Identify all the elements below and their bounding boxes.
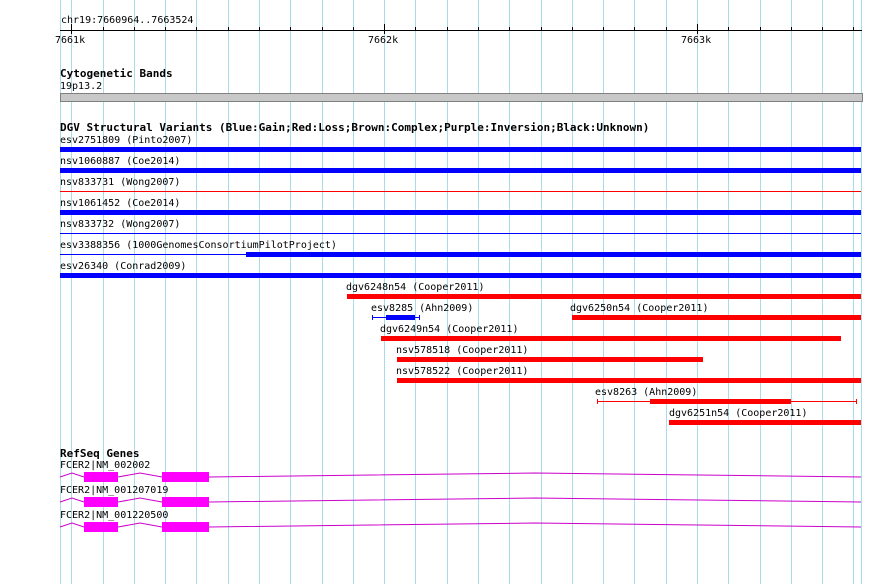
dgv-feature-label[interactable]: dgv6249n54 (Cooper2011) xyxy=(380,324,518,335)
ruler-minor-tick xyxy=(509,27,510,31)
cytoband-bar[interactable] xyxy=(60,93,863,102)
dgv-feature-label[interactable]: dgv6251n54 (Cooper2011) xyxy=(669,408,807,419)
dgv-feature-label[interactable]: dgv6250n54 (Cooper2011) xyxy=(570,303,708,314)
dgv-feature-cap[interactable] xyxy=(856,399,857,404)
dgv-feature-bar[interactable] xyxy=(397,357,703,362)
ruler-minor-tick xyxy=(791,27,792,31)
ruler-minor-tick xyxy=(634,27,635,31)
dgv-feature-line[interactable] xyxy=(60,233,861,234)
ruler-minor-tick xyxy=(259,27,260,31)
dgv-feature-line[interactable] xyxy=(60,254,246,255)
dgv-feature-bar[interactable] xyxy=(397,378,861,383)
ruler-minor-tick xyxy=(134,27,135,31)
dgv-feature-cap[interactable] xyxy=(597,399,598,404)
dgv-feature-label[interactable]: nsv1061452 (Coe2014) xyxy=(60,198,180,209)
refseq-exon[interactable] xyxy=(84,522,118,532)
refseq-intron-line xyxy=(117,472,163,478)
refseq-intron-line xyxy=(59,497,85,503)
dgv-feature-label[interactable]: nsv578518 (Cooper2011) xyxy=(396,345,528,356)
dgv-feature-label[interactable]: esv3388356 (1000GenomesConsortiumPilotPr… xyxy=(60,240,337,251)
refseq-intron-line xyxy=(208,522,862,528)
ruler-minor-tick xyxy=(603,27,604,31)
ruler-minor-tick xyxy=(196,27,197,31)
ruler-minor-tick xyxy=(447,27,448,31)
dgv-feature-cap[interactable] xyxy=(419,315,420,320)
dgv-feature-label[interactable]: dgv6248n54 (Cooper2011) xyxy=(346,282,484,293)
genome-browser-view: chr19:7660964..7663524 7661k 7662k 7663k C… xyxy=(0,0,890,584)
ruler-major-tick xyxy=(697,24,698,34)
refseq-exon[interactable] xyxy=(162,472,209,482)
ruler-minor-tick xyxy=(760,27,761,31)
ruler-axis-line xyxy=(60,30,862,31)
refseq-exon[interactable] xyxy=(162,497,209,507)
ruler-minor-tick xyxy=(322,27,323,31)
dgv-feature-label[interactable]: esv8285 (Ahn2009) xyxy=(371,303,473,314)
refseq-exon[interactable] xyxy=(162,522,209,532)
dgv-feature-bar[interactable] xyxy=(60,147,861,152)
ruler-minor-tick xyxy=(666,27,667,31)
cytoband-title: Cytogenetic Bands xyxy=(60,67,173,80)
ruler-minor-tick xyxy=(103,27,104,31)
ruler-minor-tick xyxy=(228,27,229,31)
ruler-minor-tick xyxy=(572,27,573,31)
refseq-intron-line xyxy=(117,497,163,503)
dgv-feature-line[interactable] xyxy=(60,191,861,192)
refseq-gene-structure[interactable] xyxy=(0,517,890,537)
refseq-intron-line xyxy=(59,522,85,528)
ruler-minor-tick xyxy=(478,27,479,31)
ruler-minor-tick xyxy=(165,27,166,31)
ruler-tick-label: 7661k xyxy=(55,35,86,46)
dgv-feature-label[interactable]: esv26340 (Conrad2009) xyxy=(60,261,186,272)
dgv-feature-bar[interactable] xyxy=(669,420,861,425)
dgv-feature-bar[interactable] xyxy=(386,315,415,320)
refseq-intron-line xyxy=(117,522,163,528)
refseq-intron-line xyxy=(208,497,862,503)
refseq-exon[interactable] xyxy=(84,472,118,482)
ruler-tick-label: 7662k xyxy=(368,35,399,46)
refseq-gene-structure[interactable] xyxy=(0,467,890,487)
ruler-minor-tick xyxy=(353,27,354,31)
dgv-feature-label[interactable]: nsv833731 (Wong2007) xyxy=(60,177,180,188)
dgv-feature-bar[interactable] xyxy=(246,252,861,257)
ruler-minor-tick xyxy=(290,27,291,31)
cytoband-label: 19p13.2 xyxy=(60,81,103,92)
dgv-feature-label[interactable]: esv2751809 (Pinto2007) xyxy=(60,135,192,146)
dgv-feature-bar[interactable] xyxy=(60,168,861,173)
ruler-major-tick xyxy=(384,24,385,34)
ruler-minor-tick xyxy=(541,27,542,31)
dgv-feature-bar[interactable] xyxy=(650,399,791,404)
dgv-feature-label[interactable]: nsv833732 (Wong2007) xyxy=(60,219,180,230)
refseq-gene-structure[interactable] xyxy=(0,492,890,512)
refseq-exon[interactable] xyxy=(84,497,118,507)
dgv-feature-label[interactable]: esv8263 (Ahn2009) xyxy=(595,387,697,398)
dgv-feature-bar[interactable] xyxy=(60,210,861,215)
dgv-feature-bar[interactable] xyxy=(60,273,861,278)
dgv-feature-bar[interactable] xyxy=(572,315,861,320)
refseq-intron-line xyxy=(59,472,85,478)
ruler-minor-tick xyxy=(853,27,854,31)
ruler-minor-tick xyxy=(728,27,729,31)
dgv-feature-cap[interactable] xyxy=(372,315,373,320)
ruler-minor-tick xyxy=(822,27,823,31)
dgv-feature-bar[interactable] xyxy=(381,336,841,341)
ruler-tick-label: 7663k xyxy=(681,35,712,46)
position-label: chr19:7660964..7663524 xyxy=(61,15,194,26)
dgv-feature-bar[interactable] xyxy=(347,294,861,299)
dgv-feature-label[interactable]: nsv578522 (Cooper2011) xyxy=(396,366,528,377)
ruler-minor-tick xyxy=(415,27,416,31)
ruler-major-tick xyxy=(71,24,72,34)
dgv-title: DGV Structural Variants (Blue:Gain;Red:L… xyxy=(60,121,650,134)
refseq-intron-line xyxy=(208,472,862,478)
dgv-feature-label[interactable]: nsv1060887 (Coe2014) xyxy=(60,156,180,167)
refseq-title: RefSeq Genes xyxy=(60,447,140,460)
